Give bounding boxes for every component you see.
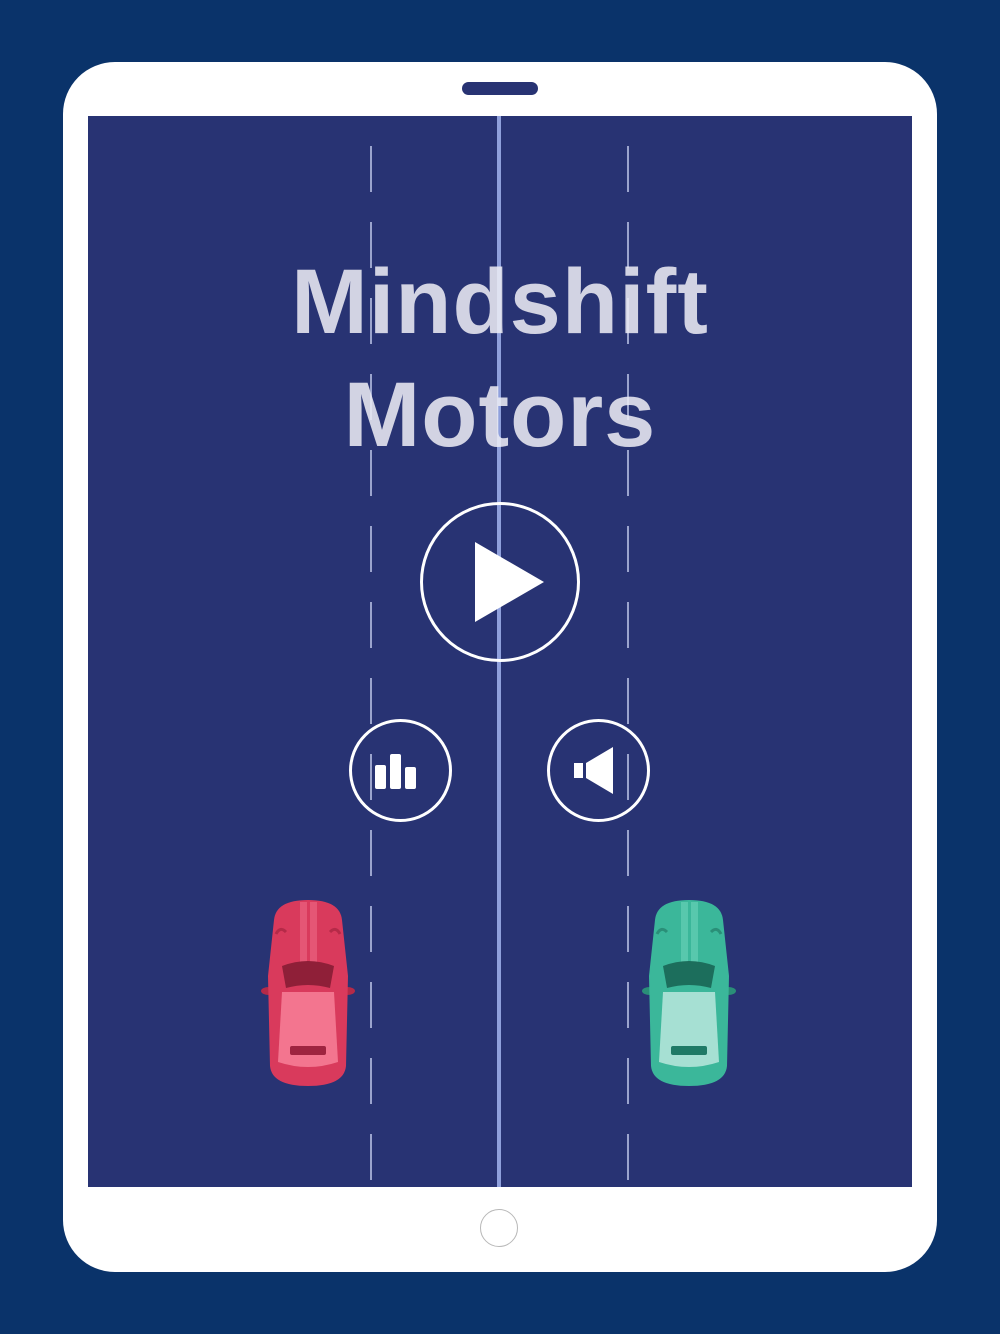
home-button[interactable]: [480, 1209, 518, 1247]
sound-button[interactable]: [547, 719, 650, 822]
green-car-body: [642, 900, 736, 1086]
red-car: [261, 900, 355, 1086]
play-button[interactable]: [420, 502, 580, 662]
speaker-icon: [574, 747, 613, 794]
leaderboard-button[interactable]: [349, 719, 452, 822]
game-title-line-2: Motors: [343, 364, 657, 466]
tablet-speaker-slot: [462, 82, 538, 95]
game-title: Mindshift Motors: [88, 246, 912, 472]
bar-chart-icon: [375, 754, 416, 789]
green-car: [642, 900, 736, 1086]
play-icon: [475, 542, 544, 622]
game-title-line-1: Mindshift: [291, 251, 709, 353]
red-car-body: [261, 900, 355, 1086]
game-screen: Mindshift Motors: [88, 116, 912, 1187]
